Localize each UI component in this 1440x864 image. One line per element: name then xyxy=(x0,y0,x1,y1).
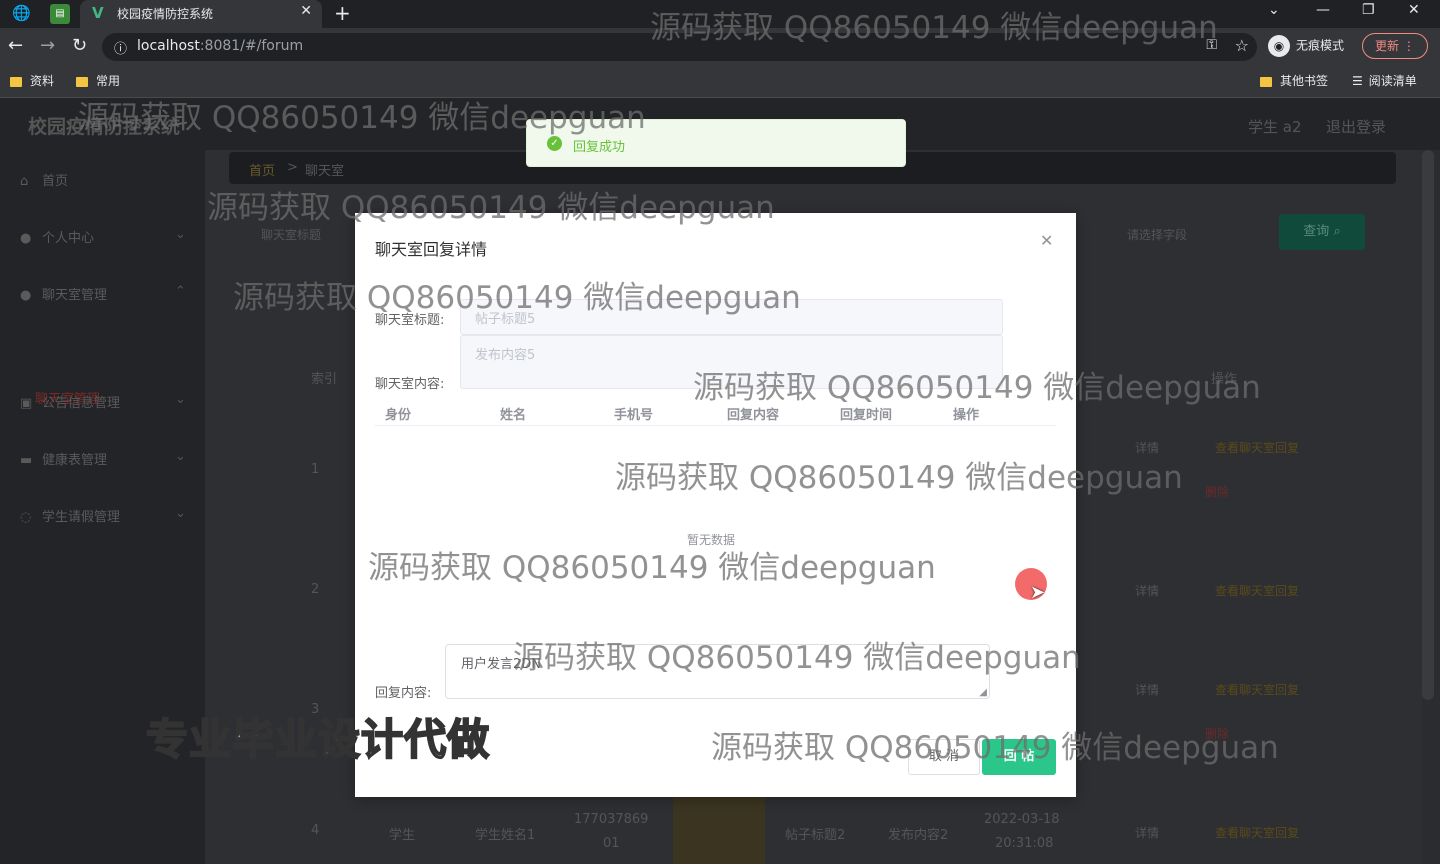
health-icon: ▬ xyxy=(20,453,33,468)
back-button[interactable]: ← xyxy=(8,35,23,56)
close-window-button[interactable]: ✕ xyxy=(1408,2,1420,18)
menu-dots-icon: ⋮ xyxy=(1402,39,1415,53)
notice-icon: ▣ xyxy=(20,396,33,411)
avatar-image xyxy=(673,796,765,864)
watermark-big: 专业毕业设计代做 xyxy=(145,714,491,765)
dialog-title: 聊天室回复详情 xyxy=(375,240,488,259)
forward-button[interactable]: → xyxy=(40,35,55,56)
mouse-cursor-icon: ➤ xyxy=(1030,582,1046,603)
col-phone: 手机号 xyxy=(614,408,654,423)
globe-icon[interactable]: 🌐 xyxy=(12,4,32,24)
minimize-button[interactable]: — xyxy=(1316,2,1330,18)
chat-icon: ● xyxy=(20,288,32,303)
bookmark-folder[interactable]: 资料 xyxy=(10,72,54,89)
watermark: 源码获取 QQ86050149 微信deepguan xyxy=(207,190,775,226)
watermark: 源码获取 QQ86050149 微信deepguan xyxy=(78,100,646,136)
row-index: 2 xyxy=(311,582,320,597)
folder-icon xyxy=(10,76,22,87)
reply-label: 回复内容: xyxy=(375,686,432,701)
table-divider xyxy=(375,425,1056,426)
col-identity: 身份 xyxy=(385,408,412,423)
row4-phone: 177037869 xyxy=(574,812,649,827)
field-select[interactable]: 请选择字段 xyxy=(1127,226,1187,243)
folder-icon xyxy=(76,76,88,87)
chevron-down-icon: ⌄ xyxy=(175,392,186,407)
star-icon[interactable]: ☆ xyxy=(1235,36,1249,55)
row4-content: 发布内容2 xyxy=(888,828,949,843)
search-title-input[interactable]: 聊天室标题 xyxy=(261,226,321,243)
watermark: 源码获取 QQ86050149 微信deepguan xyxy=(615,460,1183,496)
breadcrumb-current: 聊天室 xyxy=(305,164,345,179)
home-icon: ⌂ xyxy=(20,174,29,189)
current-user: 学生 a2 xyxy=(1248,118,1302,136)
reply-link[interactable]: 查看聊天室回复 xyxy=(1215,824,1299,841)
folder-icon xyxy=(1260,76,1272,87)
reply-link[interactable]: 查看聊天室回复 xyxy=(1215,439,1299,456)
menu-chat[interactable]: ● 聊天室管理 ⌃ xyxy=(20,284,186,303)
watermark: 源码获取 QQ86050149 微信deepguan xyxy=(513,640,1081,676)
row4-time: 20:31:08 xyxy=(995,836,1054,851)
content-label: 聊天室内容: xyxy=(375,377,445,392)
restore-button[interactable]: ❐ xyxy=(1362,2,1375,18)
incognito-indicator[interactable]: ◉ 无痕模式 xyxy=(1268,35,1344,57)
chevron-down-icon: ⌄ xyxy=(175,449,186,464)
app-tab-icon[interactable]: ▤ xyxy=(50,4,70,24)
row4-title: 帖子标题2 xyxy=(785,828,846,843)
row-index: 1 xyxy=(311,462,320,477)
chevron-down-icon: ⌄ xyxy=(175,506,186,521)
bookmark-folder-other[interactable]: 其他书签 xyxy=(1260,72,1328,89)
watermark: 源码获取 QQ86050149 微信deepguan xyxy=(368,550,936,586)
watermark: 源码获取 QQ86050149 微信deepguan xyxy=(693,370,1261,406)
toast-message: 回复成功 xyxy=(573,140,626,155)
menu-notice[interactable]: ▣ 公告信息管理 ⌄ xyxy=(20,392,186,411)
watermark: 源码获取 QQ86050149 微信deepguan xyxy=(233,280,801,316)
menu-leave[interactable]: ◌ 学生请假管理 ⌄ xyxy=(20,506,186,525)
update-button[interactable]: 更新 ⋮ xyxy=(1362,33,1428,59)
reply-link[interactable]: 查看聊天室回复 xyxy=(1215,582,1299,599)
logout-link[interactable]: 退出登录 xyxy=(1326,116,1386,137)
watermark: 源码获取 QQ86050149 微信deepguan xyxy=(711,730,1279,766)
new-tab-button[interactable]: + xyxy=(334,1,351,25)
detail-link[interactable]: 详情 xyxy=(1135,824,1159,841)
leave-icon: ◌ xyxy=(20,510,32,525)
search-button[interactable]: 查询 ⌕ xyxy=(1279,214,1365,250)
row4-date: 2022-03-18 xyxy=(984,812,1060,827)
info-icon[interactable]: ⓘ xyxy=(114,38,127,57)
menu-home[interactable]: ⌂ 首页 xyxy=(20,170,68,189)
bookmark-folder[interactable]: 常用 xyxy=(76,72,120,89)
reading-list-icon: ☰ xyxy=(1352,74,1363,88)
delete-link[interactable]: 删除 xyxy=(1205,483,1229,500)
menu-profile[interactable]: ● 个人中心 ⌄ xyxy=(20,227,186,246)
close-icon[interactable]: ✕ xyxy=(1040,231,1053,250)
reading-list[interactable]: ☰ 阅读清单 xyxy=(1352,72,1417,89)
row4-name: 学生姓名1 xyxy=(475,828,536,843)
row4-identity: 学生 xyxy=(389,828,416,843)
user-icon: ● xyxy=(20,231,32,246)
breadcrumb-sep: > xyxy=(287,160,298,175)
tab-close-icon[interactable]: ✕ xyxy=(300,3,312,19)
resize-handle-icon[interactable]: ◢ xyxy=(979,687,987,698)
search-icon: ⌕ xyxy=(1333,224,1341,239)
detail-link[interactable]: 详情 xyxy=(1135,582,1159,599)
row-index: 4 xyxy=(311,823,320,838)
watermark: 源码获取 QQ86050149 微信deepguan xyxy=(650,10,1218,46)
active-tab[interactable]: V 校园疫情防控系统 ✕ xyxy=(80,0,322,28)
incognito-icon: ◉ xyxy=(1268,35,1290,57)
reload-button[interactable]: ↻ xyxy=(72,35,87,56)
chevron-up-icon: ⌃ xyxy=(175,284,186,299)
check-icon: ✓ xyxy=(547,136,562,151)
vue-logo-icon: V xyxy=(92,4,104,22)
col-name: 姓名 xyxy=(500,408,527,423)
page-scrollbar[interactable] xyxy=(1422,150,1434,700)
index-header: 索引 xyxy=(311,372,338,387)
tab-title: 校园疫情防控系统 xyxy=(117,7,214,21)
chevron-down-icon: ⌄ xyxy=(175,227,186,242)
url-text: localhost:8081/#/forum xyxy=(137,38,304,54)
menu-health[interactable]: ▬ 健康表管理 ⌄ xyxy=(20,449,186,468)
reply-link[interactable]: 查看聊天室回复 xyxy=(1215,681,1299,698)
row4-phone-end: 01 xyxy=(603,836,620,851)
breadcrumb-home[interactable]: 首页 xyxy=(249,160,275,179)
tab-search-icon[interactable]: ⌄ xyxy=(1268,2,1280,18)
detail-link[interactable]: 详情 xyxy=(1135,681,1159,698)
